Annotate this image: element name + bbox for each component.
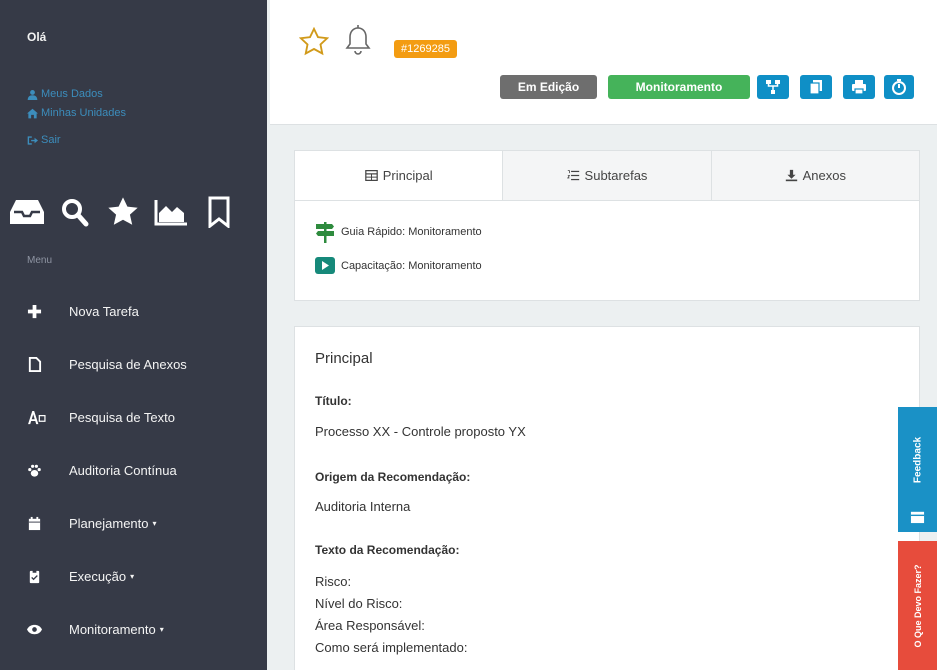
user-greeting: Olá (27, 30, 47, 44)
calendar-icon (28, 516, 41, 530)
menu-item-label: Auditoria Contínua (69, 462, 177, 478)
risk-level-field: Nível do Risco: (315, 596, 403, 611)
menu-item-new-task[interactable]: Nova Tarefa (27, 296, 257, 326)
menu-item-execution[interactable]: Execução ▾ (27, 561, 257, 591)
sign-out-icon (27, 135, 38, 145)
plus-icon (27, 304, 42, 318)
implementation-field: Como será implementado: (315, 640, 468, 655)
video-play-icon (315, 257, 335, 274)
feedback-label: Feedback (912, 436, 923, 483)
menu-item-attachment-search[interactable]: Pesquisa de Anexos (27, 349, 257, 379)
copy-icon (809, 80, 822, 95)
menu-item-monitoring[interactable]: Monitoramento ▾ (27, 614, 257, 644)
menu-item-label: Nova Tarefa (69, 303, 139, 319)
menu-item-continuous-audit[interactable]: Auditoria Contínua (27, 455, 257, 485)
sitemap-icon (766, 80, 780, 94)
table-icon (364, 170, 378, 181)
search-icon[interactable] (56, 193, 94, 231)
text-search-icon (28, 410, 46, 424)
inbox-icon[interactable] (8, 193, 46, 231)
title-value: Processo XX - Controle proposto YX (315, 424, 526, 439)
stopwatch-icon (892, 79, 906, 95)
print-icon (852, 80, 866, 95)
my-units-label: Minhas Unidades (41, 107, 126, 119)
tab-subtasks[interactable]: Subtarefas (503, 151, 712, 200)
my-data-label: Meus Dados (41, 88, 103, 100)
menu-item-label: Monitoramento (69, 621, 156, 637)
tab-label: Anexos (802, 168, 846, 183)
task-header: #1269285 Em Edição Monitoramento (270, 0, 937, 125)
tab-principal[interactable]: Principal (295, 151, 504, 200)
clipboard-icon (29, 569, 40, 583)
signpost-icon (316, 222, 334, 243)
origin-value: Auditoria Interna (315, 499, 411, 514)
task-tabs: Principal Subtarefas Anexos (294, 150, 920, 200)
tab-attachments[interactable]: Anexos (711, 151, 919, 200)
responsible-area-field: Área Responsável: (315, 618, 425, 633)
panel-title: Principal (315, 350, 373, 367)
download-icon (785, 169, 797, 182)
calendar-icon (910, 511, 925, 524)
home-icon (27, 108, 38, 118)
user-icon (27, 89, 38, 100)
chevron-down-icon: ▾ (152, 518, 157, 528)
chevron-down-icon: ▾ (130, 571, 135, 581)
origin-label: Origem da Recomendação: (315, 470, 471, 484)
eye-icon (27, 624, 42, 634)
menu-item-text-search[interactable]: Pesquisa de Texto (27, 402, 257, 432)
help-label: O Que Devo Fazer? (912, 563, 923, 648)
chevron-down-icon: ▾ (159, 624, 164, 634)
logout-link[interactable]: Sair (27, 134, 61, 146)
list-ol-icon (566, 170, 579, 181)
file-icon (28, 356, 42, 372)
favorite-star-icon[interactable] (298, 26, 330, 57)
chart-area-icon[interactable] (152, 193, 190, 231)
recommendation-text-label: Texto da Recomendação: (315, 543, 460, 557)
print-button[interactable] (843, 75, 875, 99)
quick-icons (8, 193, 238, 231)
timer-button[interactable] (884, 75, 914, 99)
my-units-link[interactable]: Minhas Unidades (27, 107, 126, 119)
copy-button[interactable] (800, 75, 832, 99)
status-edit-button[interactable]: Em Edição (500, 75, 597, 99)
menu-item-label: Planejamento (69, 515, 149, 531)
help-tab[interactable]: O Que Devo Fazer? (898, 541, 937, 670)
main-content: #1269285 Em Edição Monitoramento Princip… (270, 0, 937, 670)
menu-item-label: Execução (69, 568, 127, 584)
guides-box: Guia Rápido: Monitoramento Capacitação: … (294, 200, 920, 301)
menu-item-label: Pesquisa de Anexos (69, 356, 187, 372)
workflow-button[interactable] (757, 75, 789, 99)
task-id-badge: #1269285 (394, 40, 457, 58)
menu-item-planning[interactable]: Planejamento ▾ (27, 508, 257, 538)
sidebar: Olá Meus Dados Minhas Unidades Sair Menu… (0, 0, 267, 670)
feedback-tab[interactable]: Feedback (898, 407, 937, 532)
tab-label: Principal (382, 168, 433, 183)
menu-item-label: Pesquisa de Texto (69, 409, 175, 425)
bell-icon[interactable] (345, 25, 371, 57)
training-link[interactable]: Capacitação: Monitoramento (315, 257, 482, 274)
principal-panel: Principal Título: Processo XX - Controle… (294, 326, 920, 670)
bookmark-icon[interactable] (200, 193, 238, 231)
logout-label: Sair (41, 134, 61, 146)
paw-icon (28, 464, 41, 477)
menu-label: Menu (27, 255, 53, 266)
star-icon[interactable] (104, 193, 142, 231)
quick-guide-link[interactable]: Guia Rápido: Monitoramento (315, 221, 482, 243)
my-data-link[interactable]: Meus Dados (27, 88, 103, 100)
status-monitoring-button[interactable]: Monitoramento (608, 75, 750, 99)
tab-label: Subtarefas (584, 168, 648, 183)
risk-field: Risco: (315, 574, 352, 589)
quick-guide-label: Guia Rápido: Monitoramento (341, 226, 482, 238)
title-label: Título: (315, 394, 352, 408)
training-label: Capacitação: Monitoramento (341, 259, 482, 272)
